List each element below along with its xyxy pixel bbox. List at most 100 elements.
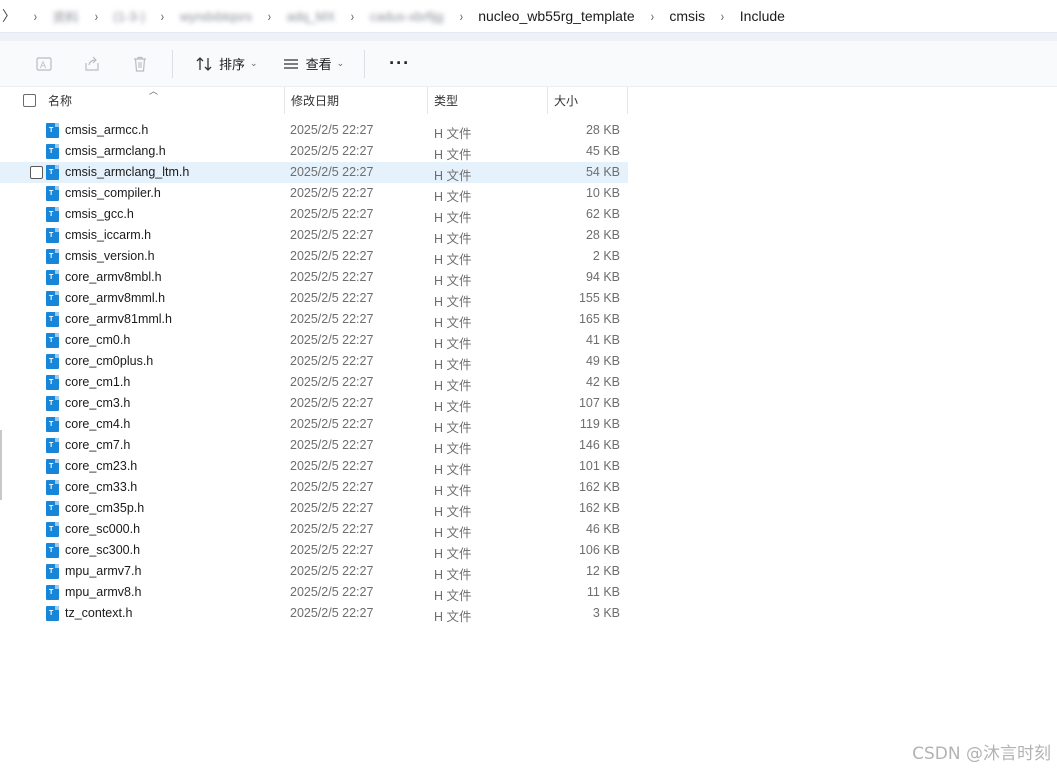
rename-icon: A: [36, 56, 52, 71]
breadcrumb: 〉 › 资料 › (1-3-) › wyndxbtqsrs › adq_MX › cadus-xb…: [0, 0, 1057, 33]
chevron-right-icon[interactable]: ›: [459, 8, 462, 24]
file-h-icon: T: [46, 123, 59, 138]
file-type: H 文件: [434, 232, 472, 246]
file-name: core_cm23.h: [65, 459, 138, 473]
breadcrumb-item[interactable]: (1-3-): [113, 9, 145, 24]
file-type: H 文件: [434, 400, 472, 414]
breadcrumb-item[interactable]: cmsis: [669, 8, 705, 24]
column-header-name[interactable]: 名称: [42, 87, 285, 114]
file-modified: 2025/2/5 22:27: [290, 564, 374, 578]
column-header-size[interactable]: 大小: [548, 87, 628, 114]
chevron-right-icon[interactable]: ›: [650, 8, 653, 24]
file-name: core_sc300.h: [65, 543, 141, 557]
file-row[interactable]: Tcmsis_armclang_ltm.h 2025/2/5 22:27 H 文件 5…: [0, 162, 628, 183]
column-type-label: 类型: [434, 94, 459, 108]
nav-chevron-icon[interactable]: 〉: [2, 6, 16, 26]
rename-button[interactable]: A: [24, 48, 64, 80]
header-divider: [0, 33, 1057, 41]
breadcrumb-item[interactable]: cadus-xbrfijg: [370, 9, 444, 24]
view-button[interactable]: 查看 ⌄: [274, 48, 353, 80]
file-size: 162 KB: [578, 480, 620, 494]
file-type: H 文件: [434, 190, 472, 204]
breadcrumb-item[interactable]: Include: [740, 8, 785, 24]
file-h-icon: T: [46, 480, 59, 495]
file-name: tz_context.h: [65, 606, 133, 620]
file-row[interactable]: Ttz_context.h 2025/2/5 22:27 H 文件 3 KB: [0, 603, 628, 624]
file-type: H 文件: [434, 169, 472, 183]
chevron-right-icon[interactable]: ›: [94, 8, 97, 24]
select-all-checkbox[interactable]: [23, 94, 36, 107]
file-row[interactable]: Tcore_cm0plus.h 2025/2/5 22:27 H 文件 49 KB: [0, 351, 628, 372]
file-name: core_armv8mbl.h: [65, 270, 162, 284]
file-row[interactable]: Tcore_armv8mbl.h 2025/2/5 22:27 H 文件 94 KB: [0, 267, 628, 288]
file-size: 54 KB: [585, 165, 620, 179]
file-h-icon: T: [46, 501, 59, 516]
file-row[interactable]: Tcore_sc300.h 2025/2/5 22:27 H 文件 106 KB: [0, 540, 628, 561]
file-modified: 2025/2/5 22:27: [290, 501, 374, 515]
column-header-modified[interactable]: 修改日期: [285, 87, 428, 114]
trash-icon: [134, 56, 146, 72]
file-row[interactable]: Tcmsis_gcc.h 2025/2/5 22:27 H 文件 62 KB: [0, 204, 628, 225]
file-row[interactable]: Tcore_armv81mml.h 2025/2/5 22:27 H 文件 165 K…: [0, 309, 628, 330]
column-header: 名称 修改日期 类型 大小: [0, 87, 628, 114]
chevron-right-icon[interactable]: ›: [34, 8, 37, 24]
row-checkbox[interactable]: [30, 166, 43, 179]
file-size: 42 KB: [585, 375, 620, 389]
file-modified: 2025/2/5 22:27: [290, 606, 374, 620]
chevron-right-icon[interactable]: ›: [268, 8, 271, 24]
file-size: 10 KB: [585, 186, 620, 200]
file-modified: 2025/2/5 22:27: [290, 165, 374, 179]
file-row[interactable]: Tmpu_armv8.h 2025/2/5 22:27 H 文件 11 KB: [0, 582, 628, 603]
file-row[interactable]: Tcore_sc000.h 2025/2/5 22:27 H 文件 46 KB: [0, 519, 628, 540]
file-size: 165 KB: [578, 312, 620, 326]
file-modified: 2025/2/5 22:27: [290, 417, 374, 431]
file-h-icon: T: [46, 165, 59, 180]
file-row[interactable]: Tcmsis_version.h 2025/2/5 22:27 H 文件 2 KB: [0, 246, 628, 267]
column-name-label: 名称: [48, 94, 73, 108]
file-row[interactable]: Tcore_cm35p.h 2025/2/5 22:27 H 文件 162 KB: [0, 498, 628, 519]
file-size: 62 KB: [585, 207, 620, 221]
file-size: 2 KB: [592, 249, 620, 263]
file-row[interactable]: Tcore_cm4.h 2025/2/5 22:27 H 文件 119 KB: [0, 414, 628, 435]
file-row[interactable]: Tcore_cm7.h 2025/2/5 22:27 H 文件 146 KB: [0, 435, 628, 456]
file-row[interactable]: Tcmsis_armcc.h 2025/2/5 22:27 H 文件 28 KB: [0, 120, 628, 141]
file-row[interactable]: Tcmsis_iccarm.h 2025/2/5 22:27 H 文件 28 KB: [0, 225, 628, 246]
file-name: mpu_armv7.h: [65, 564, 142, 578]
file-row[interactable]: Tmpu_armv7.h 2025/2/5 22:27 H 文件 12 KB: [0, 561, 628, 582]
file-row[interactable]: Tcore_cm1.h 2025/2/5 22:27 H 文件 42 KB: [0, 372, 628, 393]
file-name: core_cm35p.h: [65, 501, 145, 515]
breadcrumb-item[interactable]: nucleo_wb55rg_template: [478, 8, 634, 24]
file-row[interactable]: Tcmsis_armclang.h 2025/2/5 22:27 H 文件 45 KB: [0, 141, 628, 162]
share-button[interactable]: [72, 48, 112, 80]
file-row[interactable]: Tcore_cm23.h 2025/2/5 22:27 H 文件 101 KB: [0, 456, 628, 477]
file-type: H 文件: [434, 421, 472, 435]
file-name: core_armv81mml.h: [65, 312, 172, 326]
file-name: core_cm7.h: [65, 438, 131, 452]
breadcrumb-item[interactable]: adq_MX: [287, 9, 335, 24]
column-header-type[interactable]: 类型: [428, 87, 548, 114]
file-modified: 2025/2/5 22:27: [290, 459, 374, 473]
watermark: CSDN @沐言时刻: [912, 744, 1051, 764]
file-size: 106 KB: [578, 543, 620, 557]
file-type: H 文件: [434, 505, 472, 519]
chevron-right-icon[interactable]: ›: [721, 8, 724, 24]
file-type: H 文件: [434, 568, 472, 582]
sort-button[interactable]: 排序 ⌄: [187, 48, 266, 80]
file-name: cmsis_compiler.h: [65, 186, 161, 200]
sort-icon: [196, 56, 212, 71]
chevron-right-icon[interactable]: ›: [351, 8, 354, 24]
file-row[interactable]: Tcmsis_compiler.h 2025/2/5 22:27 H 文件 10 KB: [0, 183, 628, 204]
file-h-icon: T: [46, 333, 59, 348]
file-row[interactable]: Tcore_armv8mml.h 2025/2/5 22:27 H 文件 155 KB: [0, 288, 628, 309]
file-row[interactable]: Tcore_cm3.h 2025/2/5 22:27 H 文件 107 KB: [0, 393, 628, 414]
chevron-right-icon[interactable]: ›: [161, 8, 164, 24]
file-row[interactable]: Tcore_cm33.h 2025/2/5 22:27 H 文件 162 KB: [0, 477, 628, 498]
file-h-icon: T: [46, 585, 59, 600]
breadcrumb-item[interactable]: 资料: [53, 7, 79, 26]
file-row[interactable]: Tcore_cm0.h 2025/2/5 22:27 H 文件 41 KB: [0, 330, 628, 351]
breadcrumb-item[interactable]: wyndxbtqsrs: [180, 9, 252, 24]
file-modified: 2025/2/5 22:27: [290, 291, 374, 305]
file-h-icon: T: [46, 459, 59, 474]
more-options-button[interactable]: ···: [379, 53, 420, 74]
delete-button[interactable]: [120, 48, 160, 80]
